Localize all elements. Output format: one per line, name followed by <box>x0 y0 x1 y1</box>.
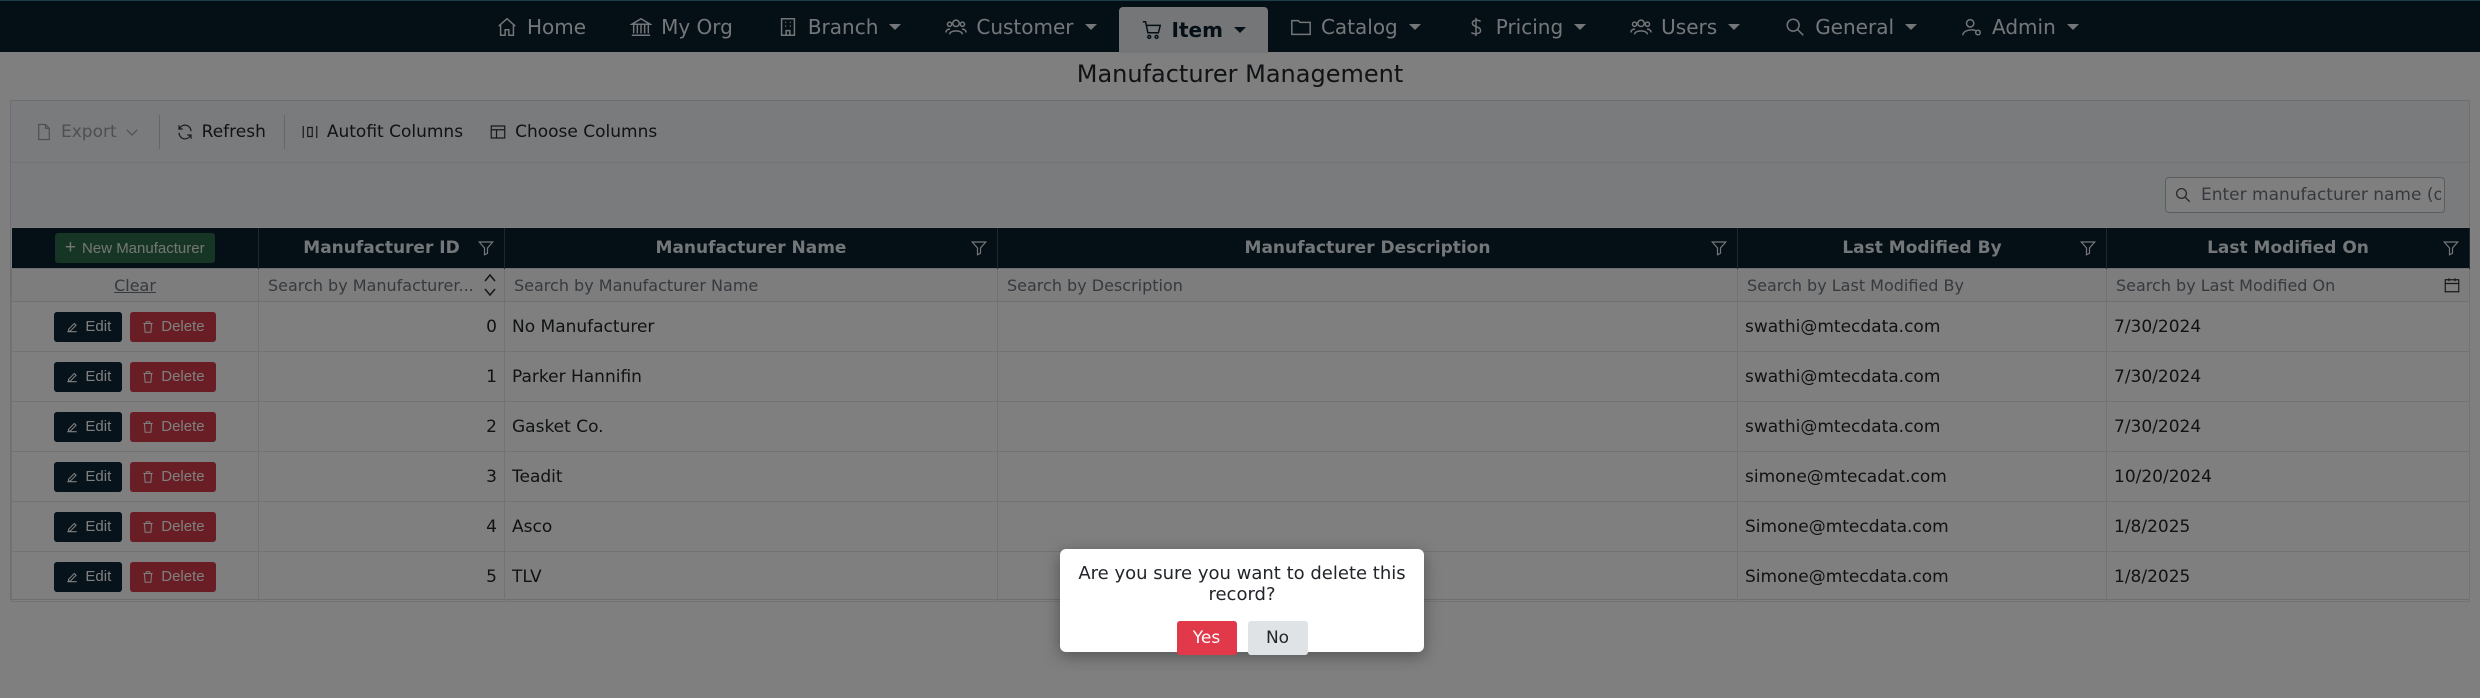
confirm-no-button[interactable]: No <box>1247 621 1308 655</box>
confirm-yes-button[interactable]: Yes <box>1176 621 1237 655</box>
delete-confirm-dialog: Are you sure you want to delete this rec… <box>1060 549 1424 655</box>
dialog-buttons: Yes No <box>1060 621 1424 655</box>
dialog-message: Are you sure you want to delete this rec… <box>1078 563 1406 605</box>
